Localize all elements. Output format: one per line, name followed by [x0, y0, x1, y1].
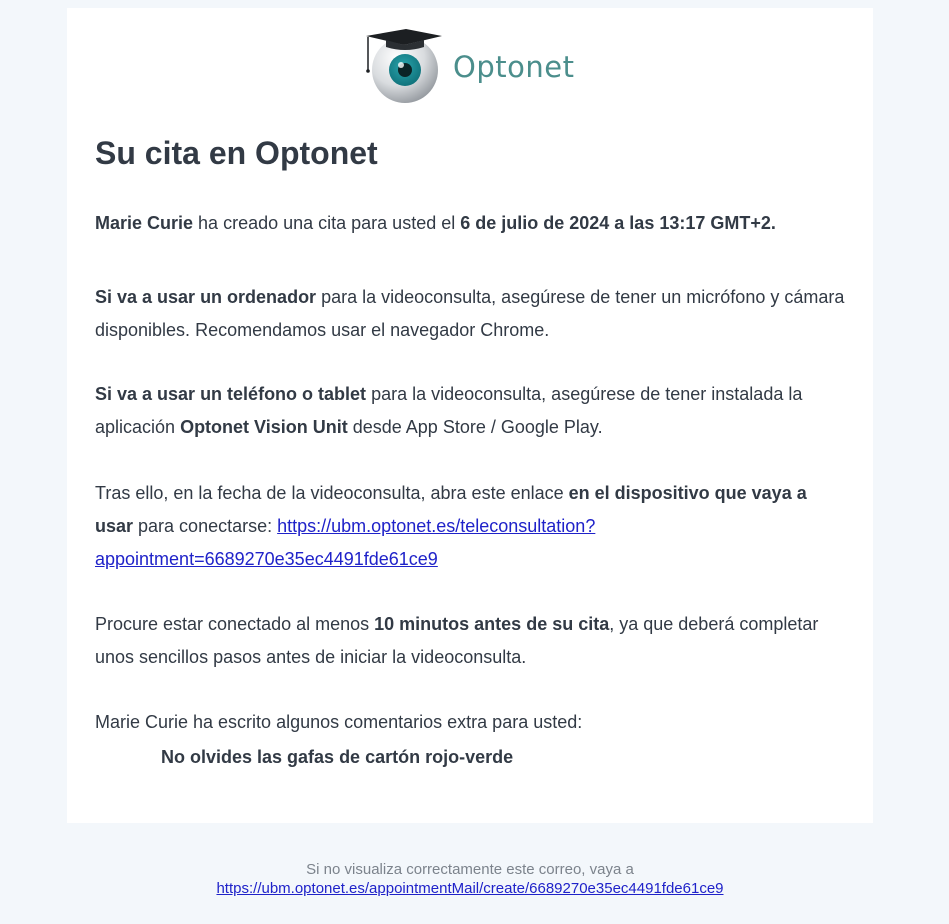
- email-card: Optonet Su cita en Optonet Marie Curie h…: [67, 8, 873, 823]
- brand-logo: Optonet: [363, 28, 593, 104]
- email-title: Su cita en Optonet: [95, 135, 378, 171]
- footer-text: Si no visualiza correctamente este corre…: [306, 861, 634, 878]
- timing-emphasis: 10 minutos antes de su cita: [374, 614, 610, 634]
- creator-name: Marie Curie: [95, 213, 194, 233]
- app-name: Optonet Vision Unit: [180, 417, 348, 437]
- brand-name: Optonet: [453, 50, 575, 84]
- doctor-comment: No olvides las gafas de cartón rojo-verd…: [161, 747, 514, 767]
- link-text-1: Tras ello, en la fecha de la videoconsul…: [95, 483, 569, 503]
- computer-heading: Si va a usar un ordenador: [95, 287, 317, 307]
- appointment-text: ha creado una cita para usted el: [193, 213, 461, 233]
- email-footer: Si no visualiza correctamente este corre…: [0, 860, 940, 898]
- mobile-heading: Si va a usar un teléfono o tablet: [95, 384, 367, 404]
- eye-with-graduation-cap-icon: [366, 29, 442, 103]
- link-instructions: Tras ello, en la fecha de la videoconsul…: [95, 477, 845, 576]
- timing-text-1: Procure estar conectado al menos: [95, 614, 375, 634]
- mobile-text-2: desde App Store / Google Play.: [347, 417, 603, 437]
- computer-instructions: Si va a usar un ordenador para la videoc…: [95, 281, 845, 347]
- mobile-instructions: Si va a usar un teléfono o tablet para l…: [95, 378, 845, 444]
- view-in-browser-link[interactable]: https://ubm.optonet.es/appointmentMail/c…: [216, 880, 723, 897]
- timing-paragraph: Procure estar conectado al menos 10 minu…: [95, 608, 845, 674]
- link-text-2: para conectarse:: [133, 516, 278, 536]
- comments-intro: Marie Curie ha escrito algunos comentari…: [95, 712, 583, 732]
- appointment-paragraph: Marie Curie ha creado una cita para uste…: [95, 207, 845, 240]
- appointment-date: 6 de julio de 2024 a las 13:17 GMT+2.: [460, 213, 776, 233]
